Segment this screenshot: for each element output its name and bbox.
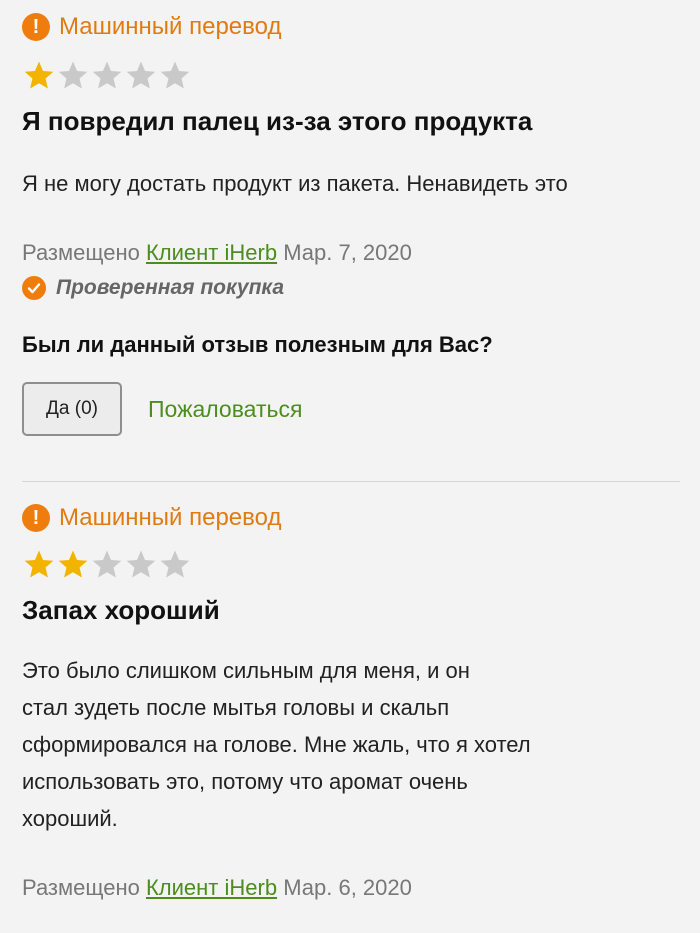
review-meta: Размещено Клиент iHerb Мар. 7, 2020 [22,240,680,266]
review-actions: Да (0) Пожаловаться [22,382,680,436]
review-body-line: Это было слишком сильным для меня, и он [22,658,470,683]
star-empty-icon [160,61,190,89]
review-body-line: использовать это, потому что аромат очен… [22,769,468,794]
verified-purchase: Проверенная покупка [22,276,680,300]
checkmark-badge-icon [22,276,46,300]
review-body-line: стал зудеть после мытья головы и скальп [22,695,450,720]
machine-translation-notice: ! Машинный перевод [22,501,680,535]
review-divider [22,481,680,482]
review-body-line: хороший. [22,806,118,831]
review-2: ! Машинный перевод Запах хороший Это был… [22,501,680,901]
star-filled-icon [24,61,54,89]
star-empty-icon [92,550,122,578]
star-empty-icon [126,61,156,89]
star-empty-icon [58,61,88,89]
report-link[interactable]: Пожаловаться [148,396,302,423]
helpful-question: Был ли данный отзыв полезным для Вас? [22,332,493,357]
star-filled-icon [24,550,54,578]
machine-translation-label: Машинный перевод [59,504,282,531]
review-body: Я не могу достать продукт из пакета. Нен… [22,171,568,196]
review-body: Это было слишком сильным для меня, и он … [22,652,680,837]
review-date: Мар. 7, 2020 [283,240,412,265]
star-rating [22,547,680,581]
posted-prefix: Размещено [22,240,140,265]
machine-translation-notice: ! Машинный перевод [22,10,680,44]
review-title: Я повредил палец из-за этого продукта [22,106,533,136]
star-empty-icon [92,61,122,89]
exclamation-icon: ! [22,13,50,41]
star-rating [22,58,680,92]
exclamation-icon: ! [22,504,50,532]
author-link[interactable]: Клиент iHerb [146,240,277,265]
review-1: ! Машинный перевод Я повредил палец из-з… [22,10,680,436]
posted-prefix: Размещено [22,875,140,900]
star-empty-icon [126,550,156,578]
star-empty-icon [160,550,190,578]
helpful-yes-button[interactable]: Да (0) [22,382,122,436]
star-filled-icon [58,550,88,578]
review-title: Запах хороший [22,595,220,625]
review-meta: Размещено Клиент iHerb Мар. 6, 2020 [22,875,680,901]
machine-translation-label: Машинный перевод [59,13,282,40]
review-body-line: сформировался на голове. Мне жаль, что я… [22,732,531,757]
author-link[interactable]: Клиент iHerb [146,875,277,900]
verified-purchase-label: Проверенная покупка [56,276,284,299]
review-date: Мар. 6, 2020 [283,875,412,900]
